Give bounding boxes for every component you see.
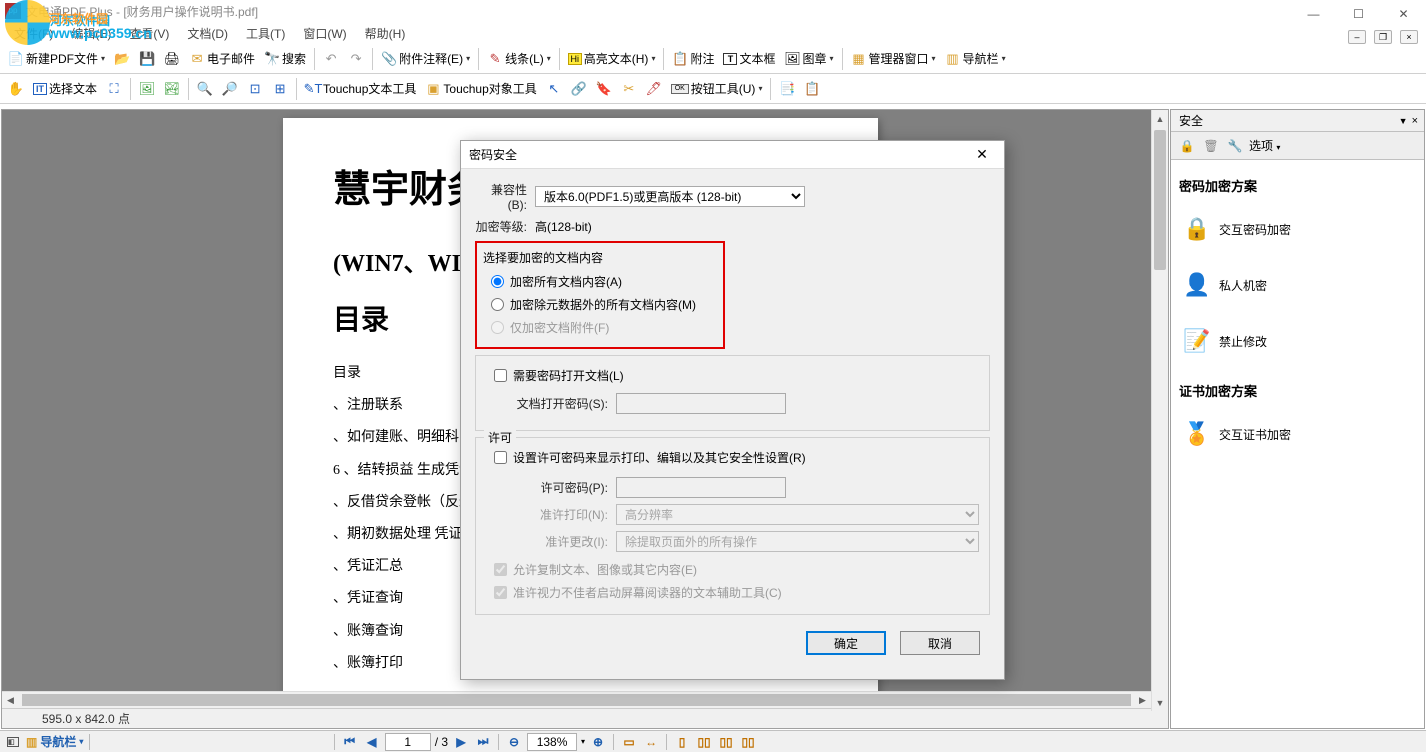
allow-change-select: 除提取页面外的所有操作 <box>616 531 979 552</box>
allow-change-label: 准许更改(I): <box>486 533 616 550</box>
checkbox-input[interactable] <box>494 451 507 464</box>
watermark-logo <box>5 0 50 45</box>
set-perm-pwd-check[interactable]: 设置许可密码来显示打印、编辑以及其它安全性设置(R) <box>486 446 979 469</box>
encrypt-attach-label: 仅加密文档附件(F) <box>510 319 609 336</box>
radio-input[interactable] <box>491 275 504 288</box>
dialog-title: 密码安全 <box>469 146 517 163</box>
dialog-overlay: 密码安全 ✕ 兼容性(B): 版本6.0(PDF1.5)或更高版本 (128-b… <box>0 0 1426 752</box>
set-perm-pwd-label: 设置许可密码来显示打印、编辑以及其它安全性设置(R) <box>513 449 806 466</box>
require-open-pwd-check[interactable]: 需要密码打开文档(L) <box>486 364 979 387</box>
ok-button[interactable]: 确定 <box>806 631 886 655</box>
compat-select[interactable]: 版本6.0(PDF1.5)或更高版本 (128-bit) <box>535 186 805 207</box>
level-value: 高(128-bit) <box>535 218 592 235</box>
open-pwd-label: 文档打开密码(S): <box>486 395 616 412</box>
password-security-dialog: 密码安全 ✕ 兼容性(B): 版本6.0(PDF1.5)或更高版本 (128-b… <box>460 140 1005 680</box>
encrypt-group-title: 选择要加密的文档内容 <box>483 249 717 266</box>
require-open-pwd-label: 需要密码打开文档(L) <box>513 367 624 384</box>
allow-print-label: 准许打印(N): <box>486 506 616 523</box>
level-label: 加密等级: <box>475 218 535 235</box>
perm-pwd-input <box>616 477 786 498</box>
compat-label: 兼容性(B): <box>475 181 535 212</box>
checkbox-input <box>494 586 507 599</box>
open-pwd-input <box>616 393 786 414</box>
encrypt-all-label: 加密所有文档内容(A) <box>510 273 622 290</box>
dialog-footer: 确定 取消 <box>475 621 990 667</box>
encrypt-all-radio[interactable]: 加密所有文档内容(A) <box>483 270 717 293</box>
allow-print-select: 高分辨率 <box>616 504 979 525</box>
open-password-group: 需要密码打开文档(L) 文档打开密码(S): <box>475 355 990 431</box>
checkbox-input <box>494 563 507 576</box>
allow-copy-check: 允许复制文本、图像或其它内容(E) <box>486 558 979 581</box>
encrypt-meta-label: 加密除元数据外的所有文档内容(M) <box>510 296 696 313</box>
perm-pwd-label: 许可密码(P): <box>486 479 616 496</box>
allow-reader-check: 准许视力不佳者启动屏幕阅读器的文本辅助工具(C) <box>486 581 979 604</box>
encrypt-content-group: 选择要加密的文档内容 加密所有文档内容(A) 加密除元数据外的所有文档内容(M)… <box>475 241 725 349</box>
perm-group-title: 许可 <box>484 429 516 446</box>
permission-group: 许可 设置许可密码来显示打印、编辑以及其它安全性设置(R) 许可密码(P): 准… <box>475 437 990 615</box>
dialog-titlebar[interactable]: 密码安全 ✕ <box>461 141 1004 169</box>
encrypt-attach-radio: 仅加密文档附件(F) <box>483 316 717 339</box>
allow-reader-label: 准许视力不佳者启动屏幕阅读器的文本辅助工具(C) <box>513 584 782 601</box>
dialog-close-button[interactable]: ✕ <box>968 143 996 167</box>
radio-input <box>491 321 504 334</box>
cancel-button[interactable]: 取消 <box>900 631 980 655</box>
encrypt-except-meta-radio[interactable]: 加密除元数据外的所有文档内容(M) <box>483 293 717 316</box>
radio-input[interactable] <box>491 298 504 311</box>
checkbox-input[interactable] <box>494 369 507 382</box>
allow-copy-label: 允许复制文本、图像或其它内容(E) <box>513 561 697 578</box>
